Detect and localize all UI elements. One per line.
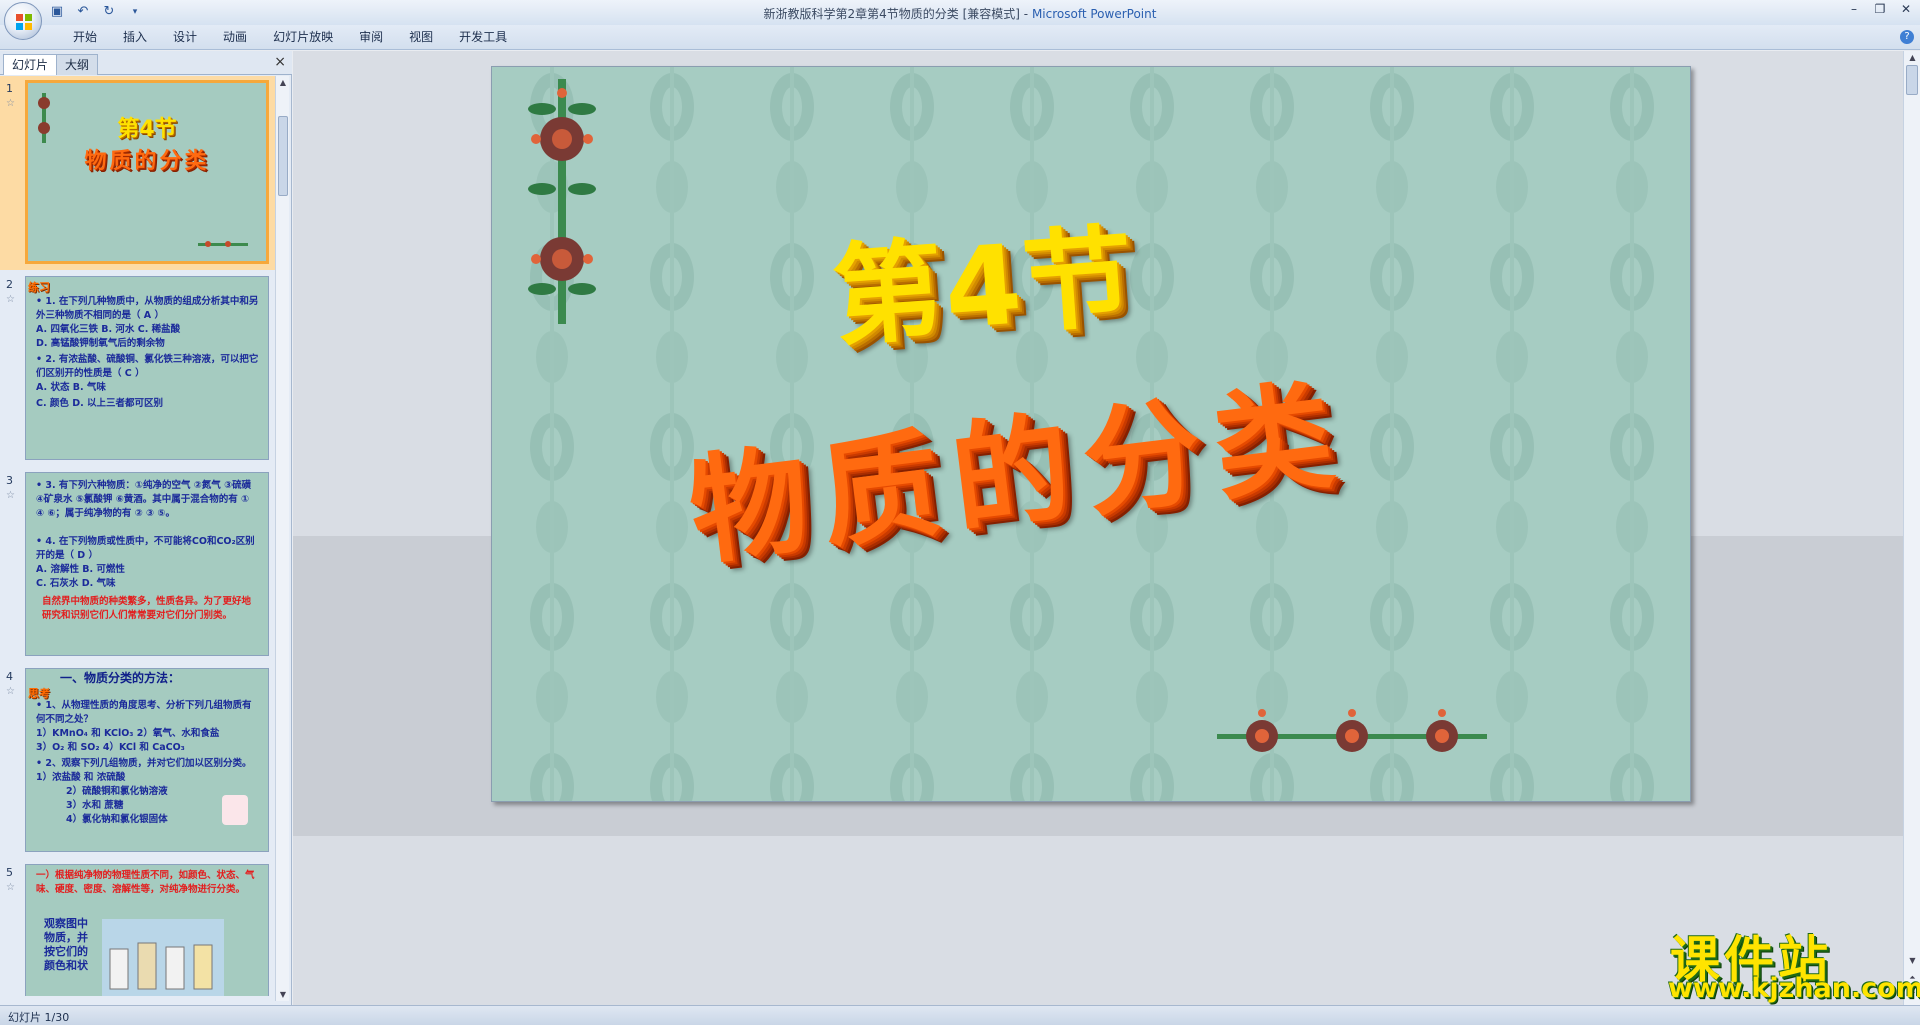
help-icon[interactable]: ? (1900, 30, 1914, 44)
transition-icon: ☆ (6, 882, 15, 893)
watermark-url: www.kjzhan.com (1668, 973, 1920, 1004)
tab-slides[interactable]: 幻灯片 (3, 54, 58, 75)
thumbnail-line: A. 四氧化三铁 B. 河水 C. 稀盐酸 (36, 324, 181, 335)
transition-icon: ☆ (6, 294, 15, 305)
slide-title-line1[interactable]: 第4节 (827, 187, 1140, 368)
office-logo-icon (16, 14, 32, 30)
horizontal-ornament (1217, 709, 1487, 752)
slide-number: 4 (6, 670, 13, 683)
tab-insert[interactable]: 插入 (110, 29, 160, 46)
close-icon[interactable]: ✕ (1898, 2, 1914, 16)
thumbnail-line: A. 溶解性 B. 可燃性 (36, 564, 125, 575)
slide-number: 2 (6, 278, 13, 291)
tab-animations[interactable]: 动画 (210, 29, 260, 46)
thumbnail-line: A. 状态 B. 气味 (36, 382, 106, 393)
restore-icon[interactable]: ❐ (1872, 2, 1888, 16)
thumbnail-side-text: 观察图中物质，并按它们的颜色和状 (44, 917, 88, 972)
scroll-down-icon[interactable]: ▼ (276, 990, 290, 999)
cartoon-image (222, 795, 248, 825)
thumbnail-heading: 一、物质分类的方法： (60, 671, 181, 685)
thumbnail-line: C. 颜色 D. 以上三者都可区别 (36, 398, 163, 409)
thumbnail-line: • 2. 有浓盐酸、硫酸铜、氯化铁三种溶液，可以把它们区别开的性质是（ C ） (36, 354, 259, 379)
vertical-ornament (528, 79, 596, 324)
thumbnail-line: C. 石灰水 D. 气味 (36, 578, 116, 589)
document-title: 新浙教版科学第2章第4节物质的分类 [兼容模式] (763, 7, 1020, 21)
thumbnail-line: • 1. 在下列几种物质中，从物质的组成分析其中和另外三种物质不相同的是（ A … (36, 296, 259, 321)
thumbnail-slide-4[interactable]: 4 ☆ 思考 一、物质分类的方法： • 1、从物理性质的角度思考、分析下列几组物… (0, 664, 276, 858)
scroll-down-icon[interactable]: ▼ (1904, 956, 1920, 965)
slide-number: 1 (6, 82, 13, 95)
current-slide[interactable]: 第4节 物质的分类 (491, 66, 1691, 802)
thumbnail-red-text: 自然界中物质的种类繁多，性质各异。为了更好地研究和识别它们人们常常要对它们分门别… (42, 596, 252, 621)
slide-thumbnail[interactable]: 练习 • 1. 在下列几种物质中，从物质的组成分析其中和另外三种物质不相同的是（… (25, 276, 269, 460)
tab-home[interactable]: 开始 (60, 29, 110, 46)
panel-tabs: 幻灯片 大纲 × (0, 51, 292, 75)
office-button[interactable] (4, 2, 42, 40)
thumbnail-line: D. 高锰酸钾制氧气后的剩余物 (36, 338, 165, 349)
slide-counter: 幻灯片 1/30 (8, 1011, 70, 1024)
transition-icon: ☆ (6, 490, 15, 501)
thumbnail-title-line1: 第4节 (117, 117, 177, 142)
thumbnail-line: • 3. 有下列六种物质：①纯净的空气 ②氮气 ③硫磺 ④矿泉水 ⑤氯酸钾 ⑥黄… (36, 480, 252, 519)
tab-outline[interactable]: 大纲 (56, 54, 99, 75)
transition-icon: ☆ (6, 98, 15, 109)
scroll-up-icon[interactable]: ▲ (276, 78, 290, 87)
ribbon: 开始 插入 设计 动画 幻灯片放映 审阅 视图 开发工具 ? (0, 25, 1920, 50)
tab-review[interactable]: 审阅 (346, 29, 396, 46)
tab-design[interactable]: 设计 (160, 29, 210, 46)
slide-thumbnail[interactable]: 思考 一、物质分类的方法： • 1、从物理性质的角度思考、分析下列几组物质有何不… (25, 668, 269, 852)
thumbnail-list: 1 ☆ 第4节 物质的分类 2 ☆ 练习 • 1. 在下列几种物质中，从物质的组… (0, 76, 276, 996)
title-separator: - (1019, 7, 1032, 21)
thumbnail-line: • 1、从物理性质的角度思考、分析下列几组物质有何不同之处？ (36, 700, 252, 725)
tab-developer[interactable]: 开发工具 (446, 29, 520, 46)
thumbnail-line: • 2、观察下列几组物质，并对它们加以区别分类。1）浓盐酸 和 浓硫酸 (36, 758, 252, 783)
thumbnail-line: 1）KMnO₄ 和 KClO₃ 2）氧气、水和食盐 (36, 728, 220, 739)
minimize-icon[interactable]: – (1846, 2, 1862, 16)
slide-thumbnail[interactable]: 一）根据纯净物的物理性质不同，如颜色、状态、气味、硬度、密度、溶解性等，对纯净物… (25, 864, 269, 996)
scroll-up-icon[interactable]: ▲ (1904, 53, 1920, 62)
thumbnail-red-text: 一）根据纯净物的物理性质不同，如颜色、状态、气味、硬度、密度、溶解性等，对纯净物… (36, 870, 255, 895)
thumbnail-scrollbar[interactable]: ▲ ▼ (275, 76, 289, 1001)
slide-thumbnail[interactable]: • 3. 有下列六种物质：①纯净的空气 ②氮气 ③硫磺 ④矿泉水 ⑤氯酸钾 ⑥黄… (25, 472, 269, 656)
bottles-image (102, 919, 224, 996)
slide-number: 5 (6, 866, 13, 879)
slide-scrollbar[interactable]: ▲ ▼ ⏶ ⏷ (1903, 51, 1920, 1005)
slide-number: 3 (6, 474, 13, 487)
status-bar: 幻灯片 1/30 (0, 1005, 1920, 1025)
transition-icon: ☆ (6, 686, 15, 697)
tab-view[interactable]: 视图 (396, 29, 446, 46)
slides-panel: 幻灯片 大纲 × 1 ☆ 第4节 物质的分类 2 ☆ 练习 • 1. 在下列几种… (0, 51, 292, 1005)
thumbnail-slide-2[interactable]: 2 ☆ 练习 • 1. 在下列几种物质中，从物质的组成分析其中和另外三种物质不相… (0, 272, 276, 466)
thumbnail-slide-1[interactable]: 1 ☆ 第4节 物质的分类 (0, 76, 276, 270)
thumbnail-line: 3）O₂ 和 SO₂ 4）KCl 和 CaCO₃ (36, 742, 185, 753)
scrollbar-thumb[interactable] (1906, 65, 1918, 95)
app-name: Microsoft PowerPoint (1031, 7, 1157, 21)
slide-thumbnail[interactable]: 第4节 物质的分类 (25, 80, 269, 264)
window-controls: – ❐ ✕ (1846, 2, 1914, 16)
bottles-drawing (109, 942, 213, 990)
scrollbar-thumb[interactable] (278, 116, 288, 196)
title-bar: ▣ ↶ ↻ ▾ 新浙教版科学第2章第4节物质的分类 [兼容模式] - Micro… (0, 0, 1920, 40)
tab-slideshow[interactable]: 幻灯片放映 (260, 29, 346, 46)
thumbnail-title-line2: 物质的分类 (84, 149, 210, 174)
window-title: 新浙教版科学第2章第4节物质的分类 [兼容模式] - Microsoft Pow… (0, 5, 1920, 22)
slide-editor: 第4节 物质的分类 (293, 51, 1903, 1005)
close-panel-icon[interactable]: × (274, 54, 286, 70)
thumbnail-line: • 4. 在下列物质或性质中，不可能将CO和CO₂区别开的是（ D ） (36, 536, 255, 561)
thumbnail-slide-3[interactable]: 3 ☆ • 3. 有下列六种物质：①纯净的空气 ②氮气 ③硫磺 ④矿泉水 ⑤氯酸… (0, 468, 276, 662)
thumbnail-label: 练习 (28, 281, 50, 294)
ribbon-tabs: 开始 插入 设计 动画 幻灯片放映 审阅 视图 开发工具 (60, 29, 520, 46)
thumbnail-slide-5[interactable]: 5 ☆ 一）根据纯净物的物理性质不同，如颜色、状态、气味、硬度、密度、溶解性等，… (0, 860, 276, 996)
